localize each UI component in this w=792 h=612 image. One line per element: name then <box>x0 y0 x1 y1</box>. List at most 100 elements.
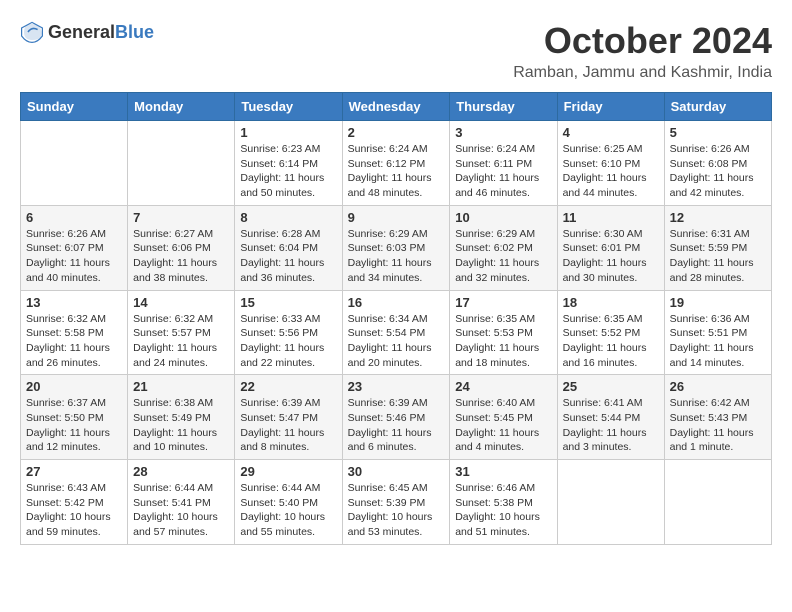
day-number: 8 <box>240 210 336 225</box>
day-header-wednesday: Wednesday <box>342 93 450 121</box>
day-header-saturday: Saturday <box>664 93 771 121</box>
week-row-3: 13Sunrise: 6:32 AM Sunset: 5:58 PM Dayli… <box>21 290 772 375</box>
cell-info: Sunrise: 6:39 AM Sunset: 5:47 PM Dayligh… <box>240 396 336 455</box>
week-row-2: 6Sunrise: 6:26 AM Sunset: 6:07 PM Daylig… <box>21 205 772 290</box>
calendar-cell: 23Sunrise: 6:39 AM Sunset: 5:46 PM Dayli… <box>342 375 450 460</box>
day-number: 19 <box>670 295 766 310</box>
day-number: 2 <box>348 125 445 140</box>
cell-info: Sunrise: 6:38 AM Sunset: 5:49 PM Dayligh… <box>133 396 229 455</box>
day-number: 17 <box>455 295 551 310</box>
day-number: 29 <box>240 464 336 479</box>
day-number: 23 <box>348 379 445 394</box>
day-number: 27 <box>26 464 122 479</box>
calendar-cell: 13Sunrise: 6:32 AM Sunset: 5:58 PM Dayli… <box>21 290 128 375</box>
day-number: 31 <box>455 464 551 479</box>
day-number: 13 <box>26 295 122 310</box>
calendar-cell <box>557 460 664 545</box>
cell-info: Sunrise: 6:35 AM Sunset: 5:52 PM Dayligh… <box>563 312 659 371</box>
day-number: 15 <box>240 295 336 310</box>
day-number: 18 <box>563 295 659 310</box>
calendar-cell: 1 Sunrise: 6:23 AM Sunset: 6:14 PM Daylig… <box>235 121 342 206</box>
calendar-cell: 9 Sunrise: 6:29 AM Sunset: 6:03 PM Daylig… <box>342 205 450 290</box>
day-number: 9 <box>348 210 445 225</box>
day-number: 28 <box>133 464 229 479</box>
calendar-cell: 15 Sunrise: 6:33 AM Sunset: 5:56 PM Dayli… <box>235 290 342 375</box>
calendar-cell: 4Sunrise: 6:25 AM Sunset: 6:10 PM Daylig… <box>557 121 664 206</box>
calendar-header-row: SundayMondayTuesdayWednesdayThursdayFrid… <box>21 93 772 121</box>
calendar-cell: 31 Sunrise: 6:46 AM Sunset: 5:38 PM Dayli… <box>450 460 557 545</box>
calendar-cell <box>664 460 771 545</box>
month-title: October 2024 <box>513 20 772 62</box>
cell-info: Sunrise: 6:33 AM Sunset: 5:56 PM Dayligh… <box>240 312 336 371</box>
day-header-tuesday: Tuesday <box>235 93 342 121</box>
day-number: 30 <box>348 464 445 479</box>
calendar-cell: 18 Sunrise: 6:35 AM Sunset: 5:52 PM Dayli… <box>557 290 664 375</box>
calendar-cell: 27Sunrise: 6:43 AM Sunset: 5:42 PM Dayli… <box>21 460 128 545</box>
calendar-cell: 8 Sunrise: 6:28 AM Sunset: 6:04 PM Daylig… <box>235 205 342 290</box>
day-number: 14 <box>133 295 229 310</box>
calendar-cell: 19 Sunrise: 6:36 AM Sunset: 5:51 PM Dayli… <box>664 290 771 375</box>
cell-info: Sunrise: 6:42 AM Sunset: 5:43 PM Dayligh… <box>670 396 766 455</box>
logo: GeneralBlue <box>20 20 154 44</box>
title-block: October 2024 Ramban, Jammu and Kashmir, … <box>513 20 772 82</box>
day-number: 10 <box>455 210 551 225</box>
cell-info: Sunrise: 6:45 AM Sunset: 5:39 PM Dayligh… <box>348 481 445 540</box>
calendar-body: 1 Sunrise: 6:23 AM Sunset: 6:14 PM Daylig… <box>21 121 772 545</box>
cell-info: Sunrise: 6:24 AM Sunset: 6:11 PM Dayligh… <box>455 142 551 201</box>
day-number: 22 <box>240 379 336 394</box>
cell-info: Sunrise: 6:41 AM Sunset: 5:44 PM Dayligh… <box>563 396 659 455</box>
calendar-table: SundayMondayTuesdayWednesdayThursdayFrid… <box>20 92 772 545</box>
calendar-cell: 22 Sunrise: 6:39 AM Sunset: 5:47 PM Dayli… <box>235 375 342 460</box>
cell-info: Sunrise: 6:23 AM Sunset: 6:14 PM Dayligh… <box>240 142 336 201</box>
calendar-cell: 6Sunrise: 6:26 AM Sunset: 6:07 PM Daylig… <box>21 205 128 290</box>
calendar-cell: 7Sunrise: 6:27 AM Sunset: 6:06 PM Daylig… <box>128 205 235 290</box>
cell-info: Sunrise: 6:31 AM Sunset: 5:59 PM Dayligh… <box>670 227 766 286</box>
day-number: 3 <box>455 125 551 140</box>
day-header-monday: Monday <box>128 93 235 121</box>
calendar-cell: 28 Sunrise: 6:44 AM Sunset: 5:41 PM Dayli… <box>128 460 235 545</box>
day-header-sunday: Sunday <box>21 93 128 121</box>
day-number: 21 <box>133 379 229 394</box>
cell-info: Sunrise: 6:36 AM Sunset: 5:51 PM Dayligh… <box>670 312 766 371</box>
day-header-thursday: Thursday <box>450 93 557 121</box>
calendar-cell: 21 Sunrise: 6:38 AM Sunset: 5:49 PM Dayli… <box>128 375 235 460</box>
cell-info: Sunrise: 6:37 AM Sunset: 5:50 PM Dayligh… <box>26 396 122 455</box>
calendar-cell: 3 Sunrise: 6:24 AM Sunset: 6:11 PM Daylig… <box>450 121 557 206</box>
logo-text-blue: Blue <box>115 22 154 42</box>
day-number: 1 <box>240 125 336 140</box>
day-number: 16 <box>348 295 445 310</box>
calendar-cell: 30 Sunrise: 6:45 AM Sunset: 5:39 PM Dayli… <box>342 460 450 545</box>
location-title: Ramban, Jammu and Kashmir, India <box>513 64 772 82</box>
week-row-4: 20 Sunrise: 6:37 AM Sunset: 5:50 PM Dayli… <box>21 375 772 460</box>
week-row-5: 27Sunrise: 6:43 AM Sunset: 5:42 PM Dayli… <box>21 460 772 545</box>
cell-info: Sunrise: 6:44 AM Sunset: 5:41 PM Dayligh… <box>133 481 229 540</box>
day-number: 12 <box>670 210 766 225</box>
calendar-cell: 26Sunrise: 6:42 AM Sunset: 5:43 PM Dayli… <box>664 375 771 460</box>
cell-info: Sunrise: 6:28 AM Sunset: 6:04 PM Dayligh… <box>240 227 336 286</box>
week-row-1: 1 Sunrise: 6:23 AM Sunset: 6:14 PM Daylig… <box>21 121 772 206</box>
cell-info: Sunrise: 6:26 AM Sunset: 6:07 PM Dayligh… <box>26 227 122 286</box>
cell-info: Sunrise: 6:29 AM Sunset: 6:03 PM Dayligh… <box>348 227 445 286</box>
calendar-cell: 11Sunrise: 6:30 AM Sunset: 6:01 PM Dayli… <box>557 205 664 290</box>
calendar-cell: 12 Sunrise: 6:31 AM Sunset: 5:59 PM Dayli… <box>664 205 771 290</box>
calendar-cell: 14Sunrise: 6:32 AM Sunset: 5:57 PM Dayli… <box>128 290 235 375</box>
cell-info: Sunrise: 6:34 AM Sunset: 5:54 PM Dayligh… <box>348 312 445 371</box>
cell-info: Sunrise: 6:44 AM Sunset: 5:40 PM Dayligh… <box>240 481 336 540</box>
calendar-cell: 2 Sunrise: 6:24 AM Sunset: 6:12 PM Daylig… <box>342 121 450 206</box>
calendar-cell: 20 Sunrise: 6:37 AM Sunset: 5:50 PM Dayli… <box>21 375 128 460</box>
day-number: 25 <box>563 379 659 394</box>
day-number: 7 <box>133 210 229 225</box>
day-number: 20 <box>26 379 122 394</box>
cell-info: Sunrise: 6:35 AM Sunset: 5:53 PM Dayligh… <box>455 312 551 371</box>
calendar-cell: 24Sunrise: 6:40 AM Sunset: 5:45 PM Dayli… <box>450 375 557 460</box>
cell-info: Sunrise: 6:24 AM Sunset: 6:12 PM Dayligh… <box>348 142 445 201</box>
calendar-cell: 5Sunrise: 6:26 AM Sunset: 6:08 PM Daylig… <box>664 121 771 206</box>
calendar-cell: 29 Sunrise: 6:44 AM Sunset: 5:40 PM Dayli… <box>235 460 342 545</box>
cell-info: Sunrise: 6:46 AM Sunset: 5:38 PM Dayligh… <box>455 481 551 540</box>
day-number: 24 <box>455 379 551 394</box>
logo-icon <box>20 20 44 44</box>
calendar-cell: 10Sunrise: 6:29 AM Sunset: 6:02 PM Dayli… <box>450 205 557 290</box>
calendar-cell: 25 Sunrise: 6:41 AM Sunset: 5:44 PM Dayli… <box>557 375 664 460</box>
day-number: 11 <box>563 210 659 225</box>
cell-info: Sunrise: 6:25 AM Sunset: 6:10 PM Dayligh… <box>563 142 659 201</box>
